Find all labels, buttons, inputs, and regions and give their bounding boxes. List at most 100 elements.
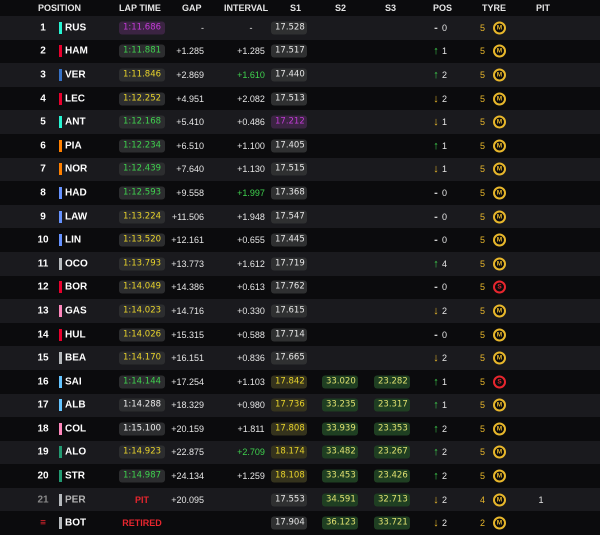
gap-value: +9.558 (176, 187, 204, 198)
tyre-compound-icon: M (493, 21, 506, 35)
gap-value: +12.161 (171, 235, 204, 246)
table-row[interactable]: ≡ BOT RETIRED 17.904 36.123 33.721 ↓ 2 2 M (0, 511, 600, 535)
table-row[interactable]: 18 COL 1:15.100 +20.159 +1.811 17.808 33.939 23… (0, 417, 600, 441)
position-change-count: 1 (442, 376, 448, 387)
position-change-count: 2 (442, 69, 448, 80)
tyre-laps: 5 (480, 69, 486, 80)
tyre-compound-icon: M (493, 469, 506, 483)
lap-time: 1:12.252 (119, 92, 166, 106)
table-row[interactable]: 19 ALO 1:14.923 +22.875 +2.709 18.174 33.482 23… (0, 440, 600, 465)
tyre-laps: 4 (480, 494, 486, 505)
lap-time: 1:12.439 (119, 162, 166, 176)
driver-code: BOT (65, 517, 87, 529)
tyre-compound-icon: M (493, 92, 506, 106)
position-change-count: 0 (442, 329, 448, 340)
sector-2-time: 33.020 (322, 375, 358, 389)
position-number: 1 (40, 22, 46, 34)
table-row[interactable]: 8 HAD 1:12.593 +9.558 +1.997 17.368-0 5 M (0, 181, 600, 205)
table-row[interactable]: 5 ANT 1:12.168 +5.410 +0.486 17.212 ↓ 1 5 M (0, 110, 600, 134)
sector-1-time: 17.547 (271, 210, 307, 224)
header-s3: S3 (385, 3, 397, 13)
table-row[interactable]: 2 HAM 1:11.881 +1.285 +1.285 17.517 ↑ 1 5 M (0, 40, 600, 64)
driver-code: PIA (65, 140, 82, 152)
table-row[interactable]: 17 ALB 1:14.288 +18.329 +0.980 17.736 33.235 23… (0, 393, 600, 418)
tyre-compound-icon: M (493, 516, 506, 530)
position-change-up-icon: ↑ (433, 45, 439, 58)
team-color-bar (59, 304, 62, 317)
position-number: 11 (37, 258, 49, 270)
tyre-compound-icon: M (493, 257, 506, 271)
table-row[interactable]: 9 LAW 1:13.224 +11.506 +1.948 17.547-0 5 M (0, 204, 600, 229)
table-row[interactable]: 10 LIN 1:13.520 +12.161 +0.655 17.445-0 5 M (0, 228, 600, 252)
driver-code: ANT (65, 116, 86, 128)
position-change-count: 2 (442, 305, 448, 316)
table-row[interactable]: 21 PER PIT +20.095 17.553 34.591 32.713 ↓ 2 4 M 1 (0, 487, 600, 512)
sector-3-time: 23.282 (374, 375, 410, 389)
table-row[interactable]: 20 STR 1:14.987 +24.134 +1.259 18.108 33.453 23… (0, 464, 600, 488)
gap-value: +11.506 (171, 211, 204, 222)
table-row[interactable]: 11 OCO 1:13.793 +13.773 +1.612 17.719 ↑ 4 5 M (0, 251, 600, 276)
table-row[interactable]: 7 NOR 1:12.439 +7.640 +1.130 17.515 ↓ 1 5 M (0, 157, 600, 182)
table-row[interactable]: 16 SAI 1:14.144 +17.254 +1.103 17.842 33.020 23… (0, 370, 600, 394)
sector-1-time: 18.108 (271, 469, 307, 483)
lap-time: 1:12.593 (119, 186, 166, 200)
driver-code: STR (65, 470, 85, 482)
sector-2-time: 36.123 (322, 516, 358, 530)
header-interval: INTERVAL (224, 3, 269, 13)
sector-2-time: 33.482 (322, 445, 358, 459)
header-pos: POS (433, 3, 453, 13)
driver-code: NOR (65, 163, 88, 175)
position-change-neutral-icon: - (434, 186, 438, 199)
table-row[interactable]: 4 LEC 1:12.252 +4.951 +2.082 17.513 ↓ 2 5 M (0, 87, 600, 111)
table-row[interactable]: 15 BEA 1:14.170 +16.151 +0.836 17.665 ↓ 2 5 M (0, 346, 600, 370)
gap-value: +13.773 (171, 258, 204, 269)
position-number: 9 (40, 211, 46, 223)
team-color-bar (59, 186, 62, 199)
position-change-up-icon: ↑ (433, 68, 439, 81)
table-row[interactable]: 14 HUL 1:14.026 +15.315 +0.588 17.714-0 5 M (0, 323, 600, 347)
table-row[interactable]: 3 VER 1:11.846 +2.869 +1.610 17.440 ↑ 2 5 M (0, 63, 600, 87)
tyre-compound-icon: M (493, 115, 506, 129)
driver-code: COL (65, 423, 87, 435)
timing-header: POSITION LAP TIME GAP INTERVAL S1 S2 S3 … (0, 0, 600, 16)
team-color-bar (59, 116, 62, 129)
tyre-laps: 5 (480, 117, 486, 128)
tyre-compound-icon: M (493, 139, 506, 153)
position-change-up-icon: ↑ (433, 422, 439, 435)
tyre-compound-icon: M (493, 186, 506, 200)
team-color-bar (59, 446, 62, 459)
position-number: 4 (40, 93, 46, 105)
sector-3-time: 23.353 (374, 422, 410, 436)
position-change-down-icon: ↓ (433, 493, 439, 506)
gap-value: +5.410 (176, 117, 204, 128)
gap-value: +20.159 (171, 423, 204, 434)
team-color-bar (59, 45, 62, 58)
position-change-down-icon: ↓ (433, 352, 439, 365)
table-row[interactable]: 12 BOR 1:14.049 +14.386 +0.613 17.762-0 5 S (0, 276, 600, 300)
team-color-bar (59, 399, 62, 412)
tyre-laps: 5 (480, 211, 486, 222)
sector-1-time: 18.174 (271, 445, 307, 459)
tyre-compound-icon: M (493, 304, 506, 318)
position-number: 5 (40, 116, 46, 128)
timing-table: 1 RUS 1:11.686- -17.528-0 5 M 2 HAM 1:11.881 +1.2… (0, 16, 600, 535)
driver-code: RUS (65, 22, 87, 34)
gap-value: +17.254 (171, 376, 204, 387)
table-row[interactable]: 6 PIA 1:12.234 +6.510 +1.100 17.405 ↑ 1 5 M (0, 134, 600, 158)
position-change-neutral-icon: - (434, 281, 438, 294)
team-color-bar (59, 21, 62, 34)
gap-value: +18.329 (171, 400, 204, 411)
team-color-bar (59, 422, 62, 435)
driver-code: HAD (65, 187, 87, 199)
position-change-count: 2 (442, 423, 448, 434)
table-row[interactable]: 1 RUS 1:11.686- -17.528-0 5 M (0, 16, 600, 40)
tyre-laps: 5 (480, 400, 486, 411)
tyre-laps: 5 (480, 376, 486, 387)
position-number: 15 (37, 352, 49, 364)
position-change-count: 1 (442, 140, 448, 151)
sector-1-time: 17.440 (271, 68, 307, 82)
position-change-count: 0 (442, 235, 448, 246)
table-row[interactable]: 13 GAS 1:14.023 +14.716 +0.330 17.615 ↓ 2 5 M (0, 299, 600, 323)
driver-code: PER (65, 494, 86, 506)
sector-2-time: 34.591 (322, 493, 358, 507)
